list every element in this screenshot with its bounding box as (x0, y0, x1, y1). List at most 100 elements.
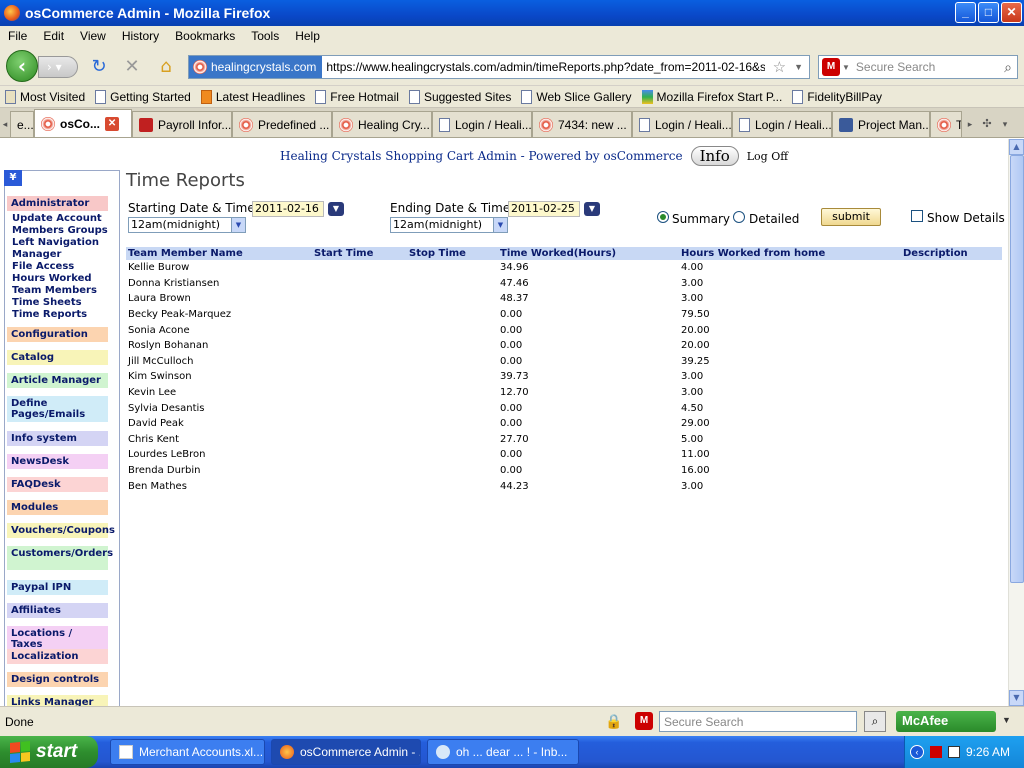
sidebar-section-vouchers[interactable]: Vouchers/Coupons (7, 523, 115, 538)
detailed-radio[interactable] (733, 211, 745, 223)
info-button[interactable]: Info (690, 146, 739, 166)
log-off-link[interactable]: Log Off (747, 150, 788, 163)
sidebar-section-article-manager[interactable]: Article Manager (7, 373, 108, 388)
tab-login-2[interactable]: Login / Heali... (632, 111, 732, 137)
collapse-sidebar-icon[interactable]: ¥ (4, 170, 22, 186)
menu-bookmarks[interactable]: Bookmarks (167, 29, 243, 43)
scroll-down-icon[interactable]: ▼ (1009, 690, 1024, 706)
bookmark-most-visited[interactable]: Most Visited (0, 89, 90, 104)
sidebar-section-define-pages[interactable]: Define Pages/Emails (7, 396, 108, 422)
tab-login-3[interactable]: Login / Heali... (732, 111, 832, 137)
mcafee-dropdown-icon[interactable]: ▼ (1002, 715, 1011, 725)
tab-10[interactable]: T (930, 111, 962, 137)
sidebar-section-configuration[interactable]: Configuration (7, 327, 108, 342)
sidebar-link-left-navigation-manager[interactable]: Left Navigation Manager (12, 237, 102, 261)
status-search-icon[interactable]: ⌕ (864, 711, 886, 732)
tab-login-1[interactable]: Login / Heali... (432, 111, 532, 137)
menu-view[interactable]: View (72, 29, 114, 43)
tab-oscommerce[interactable]: osCo... ✕ (34, 109, 132, 137)
taskbar-item-inbox[interactable]: oh ... dear ... ! - Inb... (427, 739, 579, 765)
tray-arrow-icon[interactable]: ‹ (909, 745, 924, 759)
search-icon[interactable]: ⌕ (1004, 59, 1017, 76)
start-date-input[interactable]: 2011-02-16 (252, 201, 324, 217)
search-input[interactable]: Secure Search (856, 60, 1004, 74)
start-date-calendar-icon[interactable]: ▼ (328, 202, 344, 216)
url-dropdown-icon[interactable]: ▼ (794, 62, 809, 72)
tab-0[interactable]: e... (10, 111, 34, 137)
menu-edit[interactable]: Edit (35, 29, 72, 43)
stop-icon[interactable]: ✕ (121, 56, 143, 78)
vertical-scrollbar[interactable]: ▲ ▼ (1008, 139, 1024, 706)
end-time-select[interactable]: 12am(midnight) ▼ (390, 217, 508, 233)
tab-scroll-right-icon[interactable]: ▸ (962, 111, 978, 137)
tab-healing-crystals[interactable]: Healing Cry... (332, 111, 432, 137)
sidebar-section-links-manager[interactable]: Links Manager (7, 695, 108, 706)
bookmark-firefox-start[interactable]: Mozilla Firefox Start P... (637, 89, 788, 104)
scrollbar-thumb[interactable] (1010, 155, 1024, 583)
sidebar-section-faqdesk[interactable]: FAQDesk (7, 477, 108, 492)
taskbar-item-firefox[interactable]: osCommerce Admin - ... (271, 739, 421, 765)
sidebar-section-affiliates[interactable]: Affiliates (7, 603, 108, 618)
tab-7434[interactable]: 7434: new ... (532, 111, 632, 137)
search-engine-dropdown-icon[interactable]: ▼ (842, 63, 856, 72)
sidebar-section-administrator[interactable]: Administrator (7, 196, 108, 211)
tab-project-man[interactable]: Project Man... (832, 111, 930, 137)
sidebar-section-design-controls[interactable]: Design controls (7, 672, 108, 687)
sidebar-link-update-account[interactable]: Update Account (12, 213, 102, 225)
address-bar[interactable]: healingcrystals.com https://www.healingc… (188, 55, 810, 79)
sidebar-link-time-sheets[interactable]: Time Sheets (12, 297, 82, 309)
sidebar-link-members-groups[interactable]: Members Groups (12, 225, 108, 237)
menu-file[interactable]: File (0, 29, 35, 43)
back-button[interactable]: ‹ (6, 50, 38, 82)
bookmark-free-hotmail[interactable]: Free Hotmail (310, 89, 404, 104)
close-button[interactable]: ✕ (1001, 2, 1022, 23)
tab-predefined[interactable]: Predefined ... (232, 111, 332, 137)
end-date-input[interactable]: 2011-02-25 (508, 201, 580, 217)
forward-button[interactable]: › ▾ (38, 56, 78, 78)
sidebar-link-file-access[interactable]: File Access (12, 261, 74, 273)
site-identity[interactable]: healingcrystals.com (189, 56, 323, 78)
sidebar-section-info-system[interactable]: Info system (7, 431, 108, 446)
tab-scroll-left-icon[interactable]: ◂ (0, 111, 10, 137)
mcafee-button[interactable]: McAfee (896, 711, 996, 732)
bookmark-web-slice-gallery[interactable]: Web Slice Gallery (516, 89, 636, 104)
mcafee-tray-icon[interactable] (929, 746, 942, 758)
sidebar-section-modules[interactable]: Modules (7, 500, 108, 515)
home-icon[interactable]: ⌂ (155, 56, 177, 78)
sidebar-link-hours-worked[interactable]: Hours Worked (12, 273, 92, 285)
sidebar-section-paypal-ipn[interactable]: Paypal IPN (7, 580, 108, 595)
summary-radio[interactable] (657, 211, 669, 223)
bookmark-getting-started[interactable]: Getting Started (90, 89, 196, 104)
sidebar-section-newsdesk[interactable]: NewsDesk (7, 454, 108, 469)
sidebar-link-team-members[interactable]: Team Members (12, 285, 97, 297)
sidebar-link-time-reports[interactable]: Time Reports (12, 309, 87, 321)
bookmark-star-icon[interactable]: ☆ (765, 58, 794, 76)
tab-close-icon[interactable]: ✕ (105, 116, 120, 131)
sidebar-section-localization[interactable]: Localization (7, 649, 108, 664)
search-box[interactable]: M ▼ Secure Search ⌕ (818, 55, 1018, 79)
end-date-calendar-icon[interactable]: ▼ (584, 202, 600, 216)
minimize-button[interactable]: _ (955, 2, 976, 23)
submit-button[interactable]: submit (821, 208, 881, 226)
sidebar-section-customers-orders[interactable]: Customers/Orders (7, 546, 113, 570)
sidebar-section-catalog[interactable]: Catalog (7, 350, 108, 365)
new-tab-icon[interactable]: ✣ (978, 111, 996, 137)
bookmark-latest-headlines[interactable]: Latest Headlines (196, 89, 310, 104)
menu-history[interactable]: History (114, 29, 167, 43)
start-time-select[interactable]: 12am(midnight) ▼ (128, 217, 246, 233)
reload-icon[interactable]: ↻ (88, 56, 110, 78)
maximize-button[interactable]: □ (978, 2, 999, 23)
scroll-up-icon[interactable]: ▲ (1009, 139, 1024, 155)
tab-list-icon[interactable]: ▾ (996, 111, 1014, 137)
start-button[interactable]: start (0, 736, 98, 768)
bookmark-fidelity[interactable]: FidelityBillPay (787, 89, 887, 104)
url-text[interactable]: https://www.healingcrystals.com/admin/ti… (322, 60, 764, 74)
show-details-checkbox[interactable] (911, 210, 923, 222)
menu-tools[interactable]: Tools (243, 29, 287, 43)
status-search-input[interactable]: Secure Search (659, 711, 857, 732)
network-tray-icon[interactable] (947, 746, 960, 758)
tab-payroll[interactable]: Payroll Infor... (132, 111, 232, 137)
taskbar-item-excel[interactable]: Merchant Accounts.xl... (110, 739, 265, 765)
mcafee-shield-icon[interactable]: M (635, 712, 653, 730)
bookmark-suggested-sites[interactable]: Suggested Sites (404, 89, 516, 104)
